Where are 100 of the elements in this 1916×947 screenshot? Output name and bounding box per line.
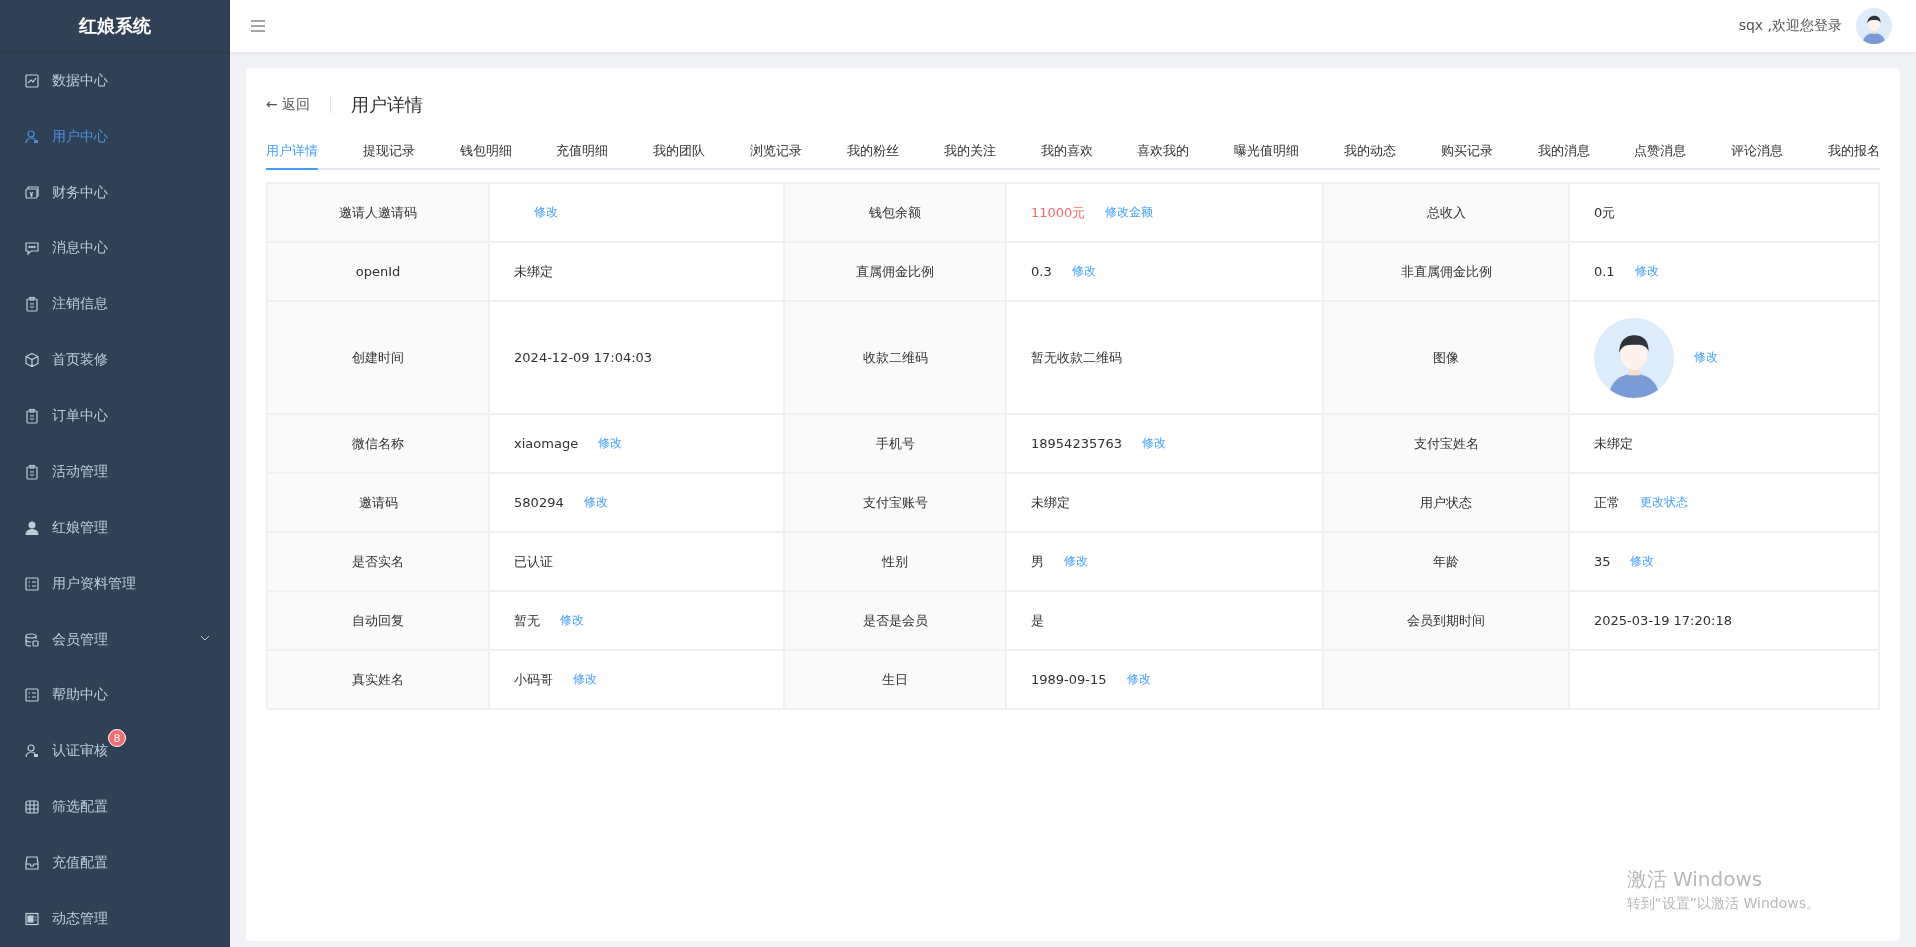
clipboard-icon — [24, 408, 40, 425]
chart-icon — [24, 72, 40, 89]
field-value: 是 — [1031, 611, 1045, 630]
field-label: 支付宝账号 — [862, 494, 928, 510]
tab[interactable]: 点赞消息 — [1634, 134, 1687, 170]
field-value: 35 — [1593, 554, 1611, 569]
field-value: 未绑定 — [1031, 493, 1071, 512]
tab[interactable]: 我的喜欢 — [1040, 134, 1093, 170]
field-label: 真实姓名 — [352, 671, 405, 687]
field-label: 年龄 — [1433, 553, 1459, 569]
count-badge: 8 — [108, 729, 126, 748]
field-value: 已认证 — [514, 552, 554, 571]
tab[interactable]: 我的团队 — [653, 134, 706, 170]
field-label: 会员到期时间 — [1407, 612, 1485, 628]
field-label: 用户状态 — [1420, 494, 1472, 510]
page-title: 用户详情 — [351, 93, 424, 117]
wallet-icon — [24, 184, 40, 201]
picture-frame-icon — [24, 910, 40, 927]
field-label: 收款二维码 — [862, 349, 928, 365]
sidebar-item[interactable]: 订单中心 — [0, 388, 230, 444]
field-label: 生日 — [882, 671, 909, 687]
field-value: 18954235763 — [1031, 436, 1122, 451]
field-value: 1989-09-15 — [1031, 672, 1107, 687]
tab[interactable]: 我的关注 — [943, 134, 996, 170]
sidebar-item[interactable]: 活动管理 — [0, 444, 230, 500]
field-label: 手机号 — [875, 435, 915, 451]
tab[interactable]: 钱包明细 — [459, 134, 512, 170]
field-label: 创建时间 — [352, 349, 405, 365]
tab[interactable]: 浏览记录 — [750, 134, 803, 170]
field-label: 邀请码 — [358, 494, 398, 510]
field-label: 性别 — [882, 553, 909, 569]
sidebar-item[interactable]: 首页装修 — [0, 332, 230, 389]
field-value: 0.1 — [1593, 264, 1615, 279]
sidebar-item[interactable]: 会员管理 — [0, 611, 230, 668]
cube-icon — [24, 352, 40, 369]
tab[interactable]: 我的粉丝 — [846, 134, 899, 170]
user-icon — [24, 128, 40, 145]
sidebar-item[interactable]: 认证审核 8 — [0, 723, 230, 780]
tab[interactable]: 喜欢我的 — [1137, 134, 1190, 170]
sidebar-item[interactable]: 用户资料管理 — [0, 555, 230, 612]
checklist-icon — [24, 575, 40, 592]
field-value: 11000元 — [1031, 203, 1086, 222]
field-value: xiaomage — [514, 436, 579, 451]
tab[interactable]: 评论消息 — [1731, 134, 1784, 170]
tab[interactable]: 我的消息 — [1537, 134, 1590, 170]
field-label: 钱包余额 — [869, 204, 922, 220]
field-value: 男 — [1031, 552, 1045, 571]
sidebar-item[interactable]: 充值配置 — [0, 835, 230, 891]
field-value: 正常 — [1593, 493, 1620, 512]
sidebar-item[interactable]: 注销信息 — [0, 276, 230, 333]
user-icon — [24, 743, 40, 760]
clipboard-icon — [24, 463, 40, 480]
back-link[interactable]: ← 返回 — [266, 96, 311, 114]
app-title: 红娘系统 — [79, 13, 151, 38]
sidebar-item[interactable]: 数据中心 — [0, 52, 230, 109]
sidebar-item[interactable]: 消息中心 — [0, 220, 230, 277]
field-label: 邀请人邀请码 — [339, 204, 418, 220]
activation-text: 转到“设置”以激活 Windows。 — [1626, 895, 1820, 913]
field-value: 580294 — [514, 495, 564, 510]
sidebar-item[interactable]: 帮助中心 — [0, 667, 230, 724]
tab[interactable]: 我的动态 — [1343, 134, 1396, 170]
field-value: 未绑定 — [1593, 434, 1633, 453]
checklist-icon — [24, 687, 40, 704]
grid-icon — [24, 799, 40, 816]
field-label: 图像 — [1433, 349, 1459, 365]
tab[interactable]: 充值明细 — [556, 134, 609, 170]
field-label: 非直属佣金比例 — [1400, 263, 1492, 279]
field-label: openId — [355, 264, 401, 279]
sidebar-item[interactable]: 红娘管理 — [0, 499, 230, 556]
field-label: 直属佣金比例 — [856, 263, 935, 279]
avatar-icon — [1593, 317, 1674, 398]
tab[interactable]: 我的报名 — [1828, 134, 1880, 170]
tab[interactable]: 购买记录 — [1440, 134, 1493, 170]
database-icon — [24, 631, 40, 648]
tab[interactable]: 提现记录 — [362, 134, 415, 170]
menu-icon[interactable] — [250, 19, 266, 33]
activation-title: 激活 Windows — [1626, 866, 1764, 893]
avatar-icon — [1856, 8, 1892, 44]
field-value: 未绑定 — [514, 262, 554, 281]
field-label: 自动回复 — [352, 612, 405, 628]
sidebar-item[interactable]: 动态管理 — [0, 891, 230, 947]
field-value: 暂无 — [514, 611, 541, 630]
person-icon — [24, 519, 40, 536]
tab[interactable]: 曝光值明细 — [1234, 134, 1300, 170]
field-label: 是否是会员 — [862, 612, 928, 628]
clipboard-icon — [24, 296, 40, 313]
field-value: 0元 — [1593, 203, 1616, 222]
field-label: 总收入 — [1426, 204, 1466, 220]
chat-icon — [24, 240, 40, 257]
field-value: 2024-12-09 17:04:03 — [514, 350, 653, 365]
field-value: 0.3 — [1031, 264, 1052, 279]
sidebar-item[interactable]: 筛选配置 — [0, 779, 230, 836]
field-value: 小码哥 — [514, 670, 554, 689]
field-label: 支付宝姓名 — [1413, 435, 1479, 451]
greeting-text: sqx ,欢迎您登录 — [1738, 17, 1842, 35]
field-label: 微信名称 — [352, 435, 405, 451]
tray-icon — [24, 855, 40, 872]
field-label: 是否实名 — [352, 553, 405, 569]
sidebar-item[interactable]: 财务中心 — [0, 164, 230, 221]
field-value: 2025-03-19 17:20:18 — [1593, 613, 1732, 628]
